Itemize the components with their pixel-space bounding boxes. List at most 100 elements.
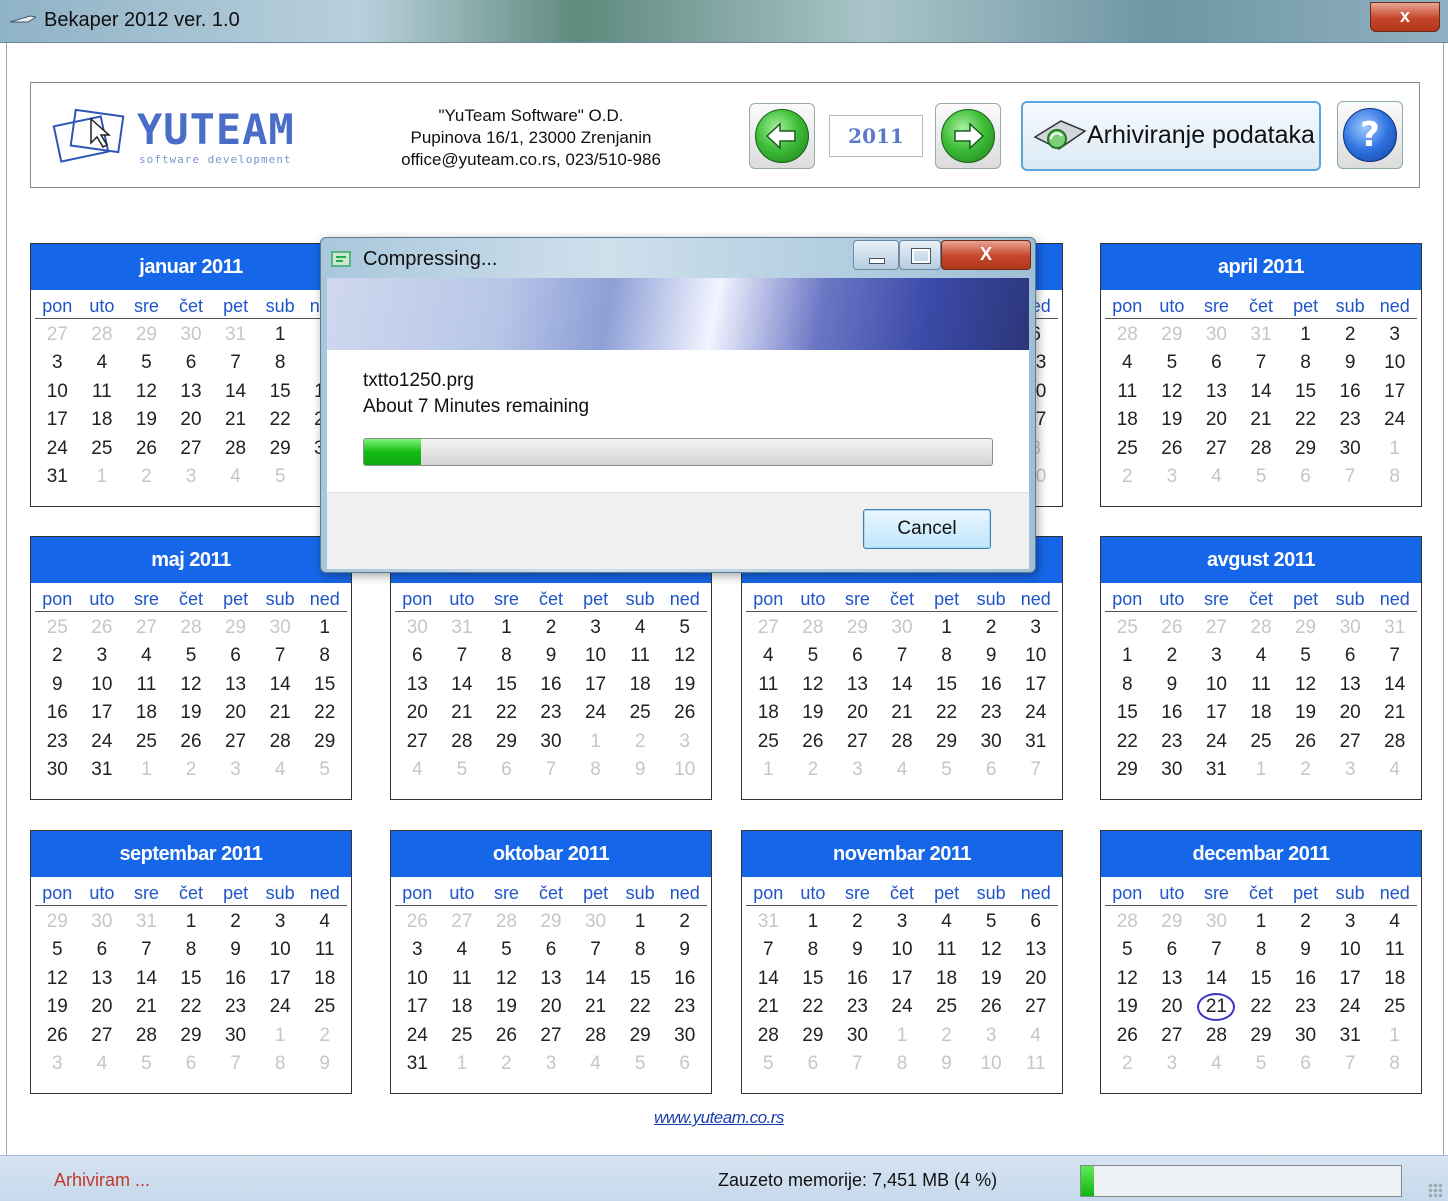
day-cell[interactable]: 14 [213, 378, 258, 406]
day-cell[interactable]: 26 [484, 1022, 529, 1050]
day-cell[interactable]: 10 [258, 936, 303, 964]
day-cell[interactable]: 15 [618, 965, 663, 993]
day-cell-other-month[interactable]: 30 [1328, 614, 1373, 642]
day-cell[interactable]: 15 [1239, 965, 1284, 993]
day-cell[interactable]: 28 [213, 435, 258, 463]
day-cell[interactable]: 23 [835, 993, 880, 1021]
day-cell-other-month[interactable]: 4 [880, 756, 925, 784]
day-cell-other-month[interactable]: 30 [169, 321, 214, 349]
day-cell[interactable]: 6 [395, 642, 440, 670]
day-cell-other-month[interactable]: 30 [1194, 908, 1239, 936]
day-cell[interactable]: 4 [1372, 908, 1417, 936]
day-cell[interactable]: 16 [969, 671, 1014, 699]
day-cell[interactable]: 12 [1105, 965, 1150, 993]
day-cell[interactable]: 29 [618, 1022, 663, 1050]
day-cell[interactable]: 25 [124, 728, 169, 756]
day-cell-other-month[interactable]: 7 [1328, 1050, 1373, 1078]
day-cell[interactable]: 31 [1328, 1022, 1373, 1050]
day-cell[interactable]: 20 [80, 993, 125, 1021]
day-cell[interactable]: 10 [80, 671, 125, 699]
day-cell-other-month[interactable]: 7 [835, 1050, 880, 1078]
day-cell[interactable]: 19 [169, 699, 214, 727]
day-cell[interactable]: 17 [258, 965, 303, 993]
day-cell[interactable]: 22 [1283, 406, 1328, 434]
day-cell[interactable]: 7 [440, 642, 485, 670]
day-cell[interactable]: 12 [1283, 671, 1328, 699]
day-cell-other-month[interactable]: 4 [1194, 1050, 1239, 1078]
day-cell[interactable]: 18 [1372, 965, 1417, 993]
day-cell[interactable]: 25 [924, 993, 969, 1021]
day-cell[interactable]: 5 [1150, 349, 1195, 377]
day-cell[interactable]: 25 [1105, 435, 1150, 463]
day-cell[interactable]: 2 [529, 614, 574, 642]
day-cell-other-month[interactable]: 4 [213, 463, 258, 491]
day-cell[interactable]: 17 [1328, 965, 1373, 993]
day-cell[interactable]: 7 [746, 936, 791, 964]
day-cell[interactable]: 5 [969, 908, 1014, 936]
day-cell[interactable]: 17 [1194, 699, 1239, 727]
day-cell-other-month[interactable]: 25 [35, 614, 80, 642]
day-cell-other-month[interactable]: 6 [169, 1050, 214, 1078]
day-cell[interactable]: 17 [80, 699, 125, 727]
day-cell[interactable]: 12 [169, 671, 214, 699]
day-cell[interactable]: 31 [395, 1050, 440, 1078]
day-cell-other-month[interactable]: 31 [213, 321, 258, 349]
day-cell-other-month[interactable]: 2 [618, 728, 663, 756]
day-cell[interactable]: 15 [484, 671, 529, 699]
day-cell-other-month[interactable]: 2 [791, 756, 836, 784]
day-cell[interactable]: 17 [880, 965, 925, 993]
day-cell[interactable]: 14 [880, 671, 925, 699]
day-cell-other-month[interactable]: 27 [746, 614, 791, 642]
day-cell-other-month[interactable]: 30 [258, 614, 303, 642]
day-cell[interactable]: 19 [484, 993, 529, 1021]
day-cell[interactable]: 24 [80, 728, 125, 756]
day-cell-other-month[interactable]: 5 [1239, 1050, 1284, 1078]
day-cell[interactable]: 21 [258, 699, 303, 727]
day-cell-other-month[interactable]: 1 [1239, 756, 1284, 784]
day-cell-other-month[interactable]: 1 [746, 756, 791, 784]
day-cell-other-month[interactable]: 29 [1283, 614, 1328, 642]
day-cell-other-month[interactable]: 29 [213, 614, 258, 642]
day-cell[interactable]: 27 [169, 435, 214, 463]
day-cell[interactable]: 20 [1194, 406, 1239, 434]
day-cell[interactable]: 25 [618, 699, 663, 727]
day-cell[interactable]: 7 [1372, 642, 1417, 670]
day-cell[interactable]: 19 [791, 699, 836, 727]
day-cell[interactable]: 16 [662, 965, 707, 993]
day-cell[interactable]: 19 [1105, 993, 1150, 1021]
day-cell[interactable]: 26 [169, 728, 214, 756]
day-cell[interactable]: 2 [1283, 908, 1328, 936]
day-cell[interactable]: 9 [835, 936, 880, 964]
day-cell[interactable]: 22 [258, 406, 303, 434]
day-cell-other-month[interactable]: 3 [1150, 463, 1195, 491]
day-cell-other-month[interactable]: 5 [618, 1050, 663, 1078]
day-cell[interactable]: 28 [746, 1022, 791, 1050]
day-cell-other-month[interactable]: 7 [1013, 756, 1058, 784]
day-cell[interactable]: 4 [746, 642, 791, 670]
day-cell[interactable]: 15 [1283, 378, 1328, 406]
day-cell-other-month[interactable]: 8 [573, 756, 618, 784]
day-cell[interactable]: 8 [302, 642, 347, 670]
day-cell[interactable]: 24 [35, 435, 80, 463]
day-cell-other-month[interactable]: 29 [529, 908, 574, 936]
day-cell[interactable]: 20 [835, 699, 880, 727]
day-cell[interactable]: 13 [169, 378, 214, 406]
day-cell-other-month[interactable]: 2 [1105, 1050, 1150, 1078]
day-cell-other-month[interactable]: 8 [258, 1050, 303, 1078]
day-cell[interactable]: 11 [124, 671, 169, 699]
day-cell[interactable]: 27 [213, 728, 258, 756]
day-cell[interactable]: 8 [1239, 936, 1284, 964]
day-cell[interactable]: 10 [1194, 671, 1239, 699]
day-cell[interactable]: 12 [662, 642, 707, 670]
day-cell[interactable]: 23 [1150, 728, 1195, 756]
day-cell-other-month[interactable]: 9 [924, 1050, 969, 1078]
day-cell[interactable]: 14 [1372, 671, 1417, 699]
day-cell-other-month[interactable]: 3 [1328, 756, 1373, 784]
day-cell[interactable]: 26 [1150, 435, 1195, 463]
day-cell-other-month[interactable]: 10 [662, 756, 707, 784]
day-cell[interactable]: 9 [529, 642, 574, 670]
day-cell[interactable]: 27 [1013, 993, 1058, 1021]
day-cell[interactable]: 20 [1013, 965, 1058, 993]
day-cell[interactable]: 4 [1105, 349, 1150, 377]
day-cell[interactable]: 21 [124, 993, 169, 1021]
